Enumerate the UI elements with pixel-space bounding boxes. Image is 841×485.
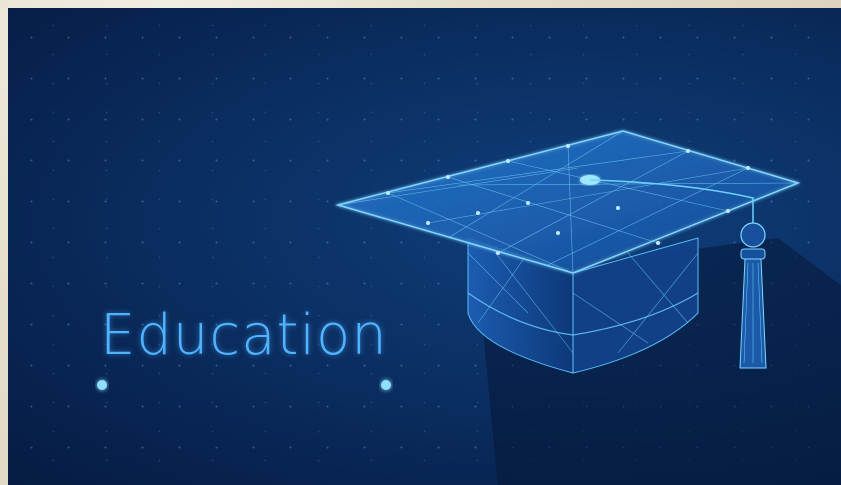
underline-left-dot (97, 380, 107, 390)
education-banner: Education (8, 8, 841, 485)
parchment-frame: Education (0, 0, 841, 485)
tassel (739, 222, 767, 369)
graduation-cap-icon (335, 130, 801, 374)
